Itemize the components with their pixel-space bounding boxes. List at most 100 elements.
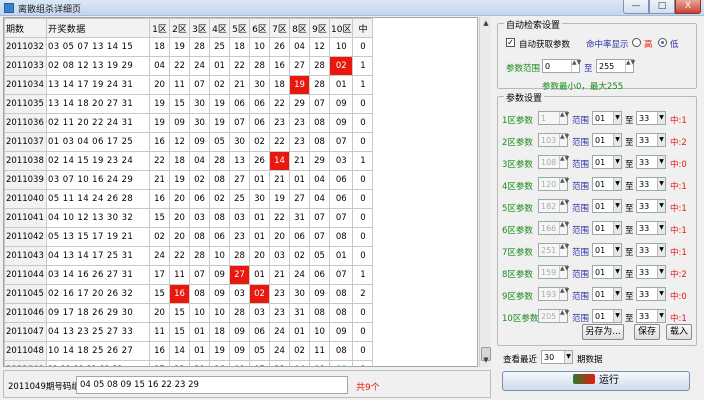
zone-cell[interactable]: 04 xyxy=(289,37,310,57)
zone-cell[interactable]: 03 xyxy=(269,246,290,266)
zone-to-select[interactable]: 33 ▼ xyxy=(636,287,666,301)
zone-cell[interactable]: 29 xyxy=(309,151,330,171)
zone-cell[interactable]: 27 xyxy=(289,189,310,209)
zone-cell[interactable]: 24 xyxy=(149,246,170,266)
zone-cell[interactable]: 02 xyxy=(289,246,310,266)
zone-cell[interactable]: 12 xyxy=(169,132,190,152)
zone-cell[interactable]: 23 xyxy=(269,360,290,366)
zone-cell[interactable]: 18 xyxy=(169,151,190,171)
zone-cell[interactable]: 23 xyxy=(269,284,290,304)
chevron-down-icon[interactable]: ▼ xyxy=(657,200,665,212)
zone-cell[interactable]: 24 xyxy=(269,322,290,342)
spin-arrows-icon[interactable]: ▲▼ xyxy=(559,112,569,124)
zone-cell[interactable]: 08 xyxy=(309,360,330,366)
zone-cell[interactable]: 15 xyxy=(149,284,170,304)
zone-cell[interactable]: 18 xyxy=(229,37,250,57)
spin-arrows-icon[interactable]: ▲▼ xyxy=(559,156,569,168)
zone-cell[interactable]: 11 xyxy=(309,341,330,361)
zone-cell[interactable]: 23 xyxy=(289,113,310,133)
zone-cell[interactable]: 06 xyxy=(209,227,230,247)
zone-cell[interactable]: 28 xyxy=(249,56,270,76)
table-row[interactable]: 2011041 04 10 12 13 30 32 15 20 03 08 03 01 22 31… xyxy=(4,208,374,228)
zone-cell[interactable]: 06 xyxy=(328,189,354,209)
zone-cell[interactable]: 30 xyxy=(249,75,270,95)
zone-cell[interactable]: 14 xyxy=(169,341,190,361)
zone-cell[interactable]: 09 xyxy=(328,94,354,114)
number-group-field[interactable]: 04 05 08 09 15 16 22 23 29 xyxy=(76,376,348,394)
chevron-down-icon[interactable]: ▼ xyxy=(613,112,621,124)
zone-cell[interactable]: 04 xyxy=(149,56,170,76)
zone-cell[interactable]: 21 xyxy=(269,170,290,190)
zone-cell[interactable]: 08 xyxy=(328,284,354,304)
chevron-down-icon[interactable]: ▼ xyxy=(613,200,621,212)
zone-cell[interactable]: 06 xyxy=(309,265,330,285)
zone-cell[interactable]: 22 xyxy=(269,208,290,228)
zone-cell[interactable]: 09 xyxy=(209,265,230,285)
zone-cell[interactable]: 18 xyxy=(209,322,230,342)
zone-cell[interactable]: 16 xyxy=(149,132,170,152)
spin-arrows-icon[interactable]: ▲▼ xyxy=(559,222,569,234)
table-row[interactable]: 2011039 03 07 10 16 24 29 21 19 02 08 27 01 21 01… xyxy=(4,170,374,190)
zone-cell[interactable]: 28 xyxy=(209,151,230,171)
zone-cell[interactable]: 25 xyxy=(229,189,250,209)
column-header[interactable]: 开奖数据 xyxy=(46,18,150,38)
zone-cell[interactable]: 16 xyxy=(149,189,170,209)
chevron-down-icon[interactable]: ▼ xyxy=(564,351,572,363)
zone-cell[interactable]: 28 xyxy=(189,37,210,57)
zone-cell[interactable]: 15 xyxy=(169,322,190,342)
zone-cell[interactable]: 04 xyxy=(189,151,210,171)
zone-cell[interactable]: 17 xyxy=(149,265,170,285)
zone-cell[interactable]: 30 xyxy=(229,132,250,152)
zone-cell[interactable]: 16 xyxy=(169,284,190,304)
zone-cell[interactable]: 20 xyxy=(269,227,290,247)
save-as-button[interactable]: 另存为... xyxy=(582,324,624,340)
zone-cell[interactable]: 07 xyxy=(328,208,354,228)
zone-from-select[interactable]: 01 ▼ xyxy=(592,221,622,235)
zone-cell[interactable]: 07 xyxy=(328,265,354,285)
zone-cell[interactable]: 09 xyxy=(328,322,354,342)
zone-param-spinner[interactable]: 251 ▲▼ xyxy=(538,243,569,257)
zone-cell[interactable]: 07 xyxy=(229,113,250,133)
zone-to-select[interactable]: 33 ▼ xyxy=(636,199,666,213)
zone-cell[interactable]: 06 xyxy=(249,94,270,114)
zone-param-spinner[interactable]: 193 ▲▼ xyxy=(538,287,569,301)
zone-cell[interactable]: 28 xyxy=(309,75,330,95)
zone-cell[interactable]: 02 xyxy=(189,170,210,190)
zone-cell[interactable]: 24 xyxy=(289,265,310,285)
zone-cell[interactable]: 26 xyxy=(269,37,290,57)
zone-cell[interactable]: 15 xyxy=(149,360,170,366)
zone-param-spinner[interactable]: 103 ▲▼ xyxy=(538,133,569,147)
zone-cell[interactable]: 05 xyxy=(249,360,270,366)
zone-cell[interactable]: 06 xyxy=(249,322,270,342)
chevron-down-icon[interactable]: ▼ xyxy=(657,134,665,146)
table-row[interactable]: 2011043 04 13 14 17 25 31 24 22 28 10 28 20 03 02… xyxy=(4,246,374,266)
zone-cell[interactable]: 27 xyxy=(229,170,250,190)
zone-cell[interactable]: 06 xyxy=(289,227,310,247)
chevron-down-icon[interactable]: ▼ xyxy=(657,222,665,234)
zone-cell[interactable]: 09 xyxy=(169,113,190,133)
zone-from-select[interactable]: 01 ▼ xyxy=(592,133,622,147)
zone-cell[interactable]: 11 xyxy=(169,75,190,95)
zone-cell[interactable]: 19 xyxy=(209,113,230,133)
zone-cell[interactable]: 22 xyxy=(169,360,190,366)
zone-cell[interactable]: 07 xyxy=(328,132,354,152)
table-row[interactable]: 2011045 02 16 17 20 26 32 15 16 08 09 03 02 23 30… xyxy=(4,284,374,304)
zone-cell[interactable]: 08 xyxy=(189,227,210,247)
zone-cell[interactable]: 19 xyxy=(209,94,230,114)
table-row[interactable]: 2011046 09 17 18 26 29 30 20 15 10 10 28 03 23 31… xyxy=(4,303,374,323)
zone-param-spinner[interactable]: 166 ▲▼ xyxy=(538,221,569,235)
chevron-down-icon[interactable]: ▼ xyxy=(613,244,621,256)
zone-cell[interactable]: 06 xyxy=(229,94,250,114)
zone-cell[interactable]: 02 xyxy=(289,341,310,361)
zone-cell[interactable]: 23 xyxy=(269,113,290,133)
chevron-down-icon[interactable]: ▼ xyxy=(657,156,665,168)
zone-cell[interactable]: 02 xyxy=(328,56,354,76)
zone-to-select[interactable]: 33 ▼ xyxy=(636,155,666,169)
table-row[interactable]: 2011032 03 05 07 13 14 15 18 19 28 25 18 10 26 04… xyxy=(4,37,374,57)
zone-cell[interactable]: 19 xyxy=(149,113,170,133)
zone-cell[interactable]: 22 xyxy=(269,132,290,152)
scroll-down-icon[interactable]: ▼ xyxy=(480,354,492,366)
column-header[interactable]: 中 xyxy=(352,18,374,38)
column-header[interactable]: 4区 xyxy=(209,18,230,38)
zone-cell[interactable]: 07 xyxy=(309,94,330,114)
